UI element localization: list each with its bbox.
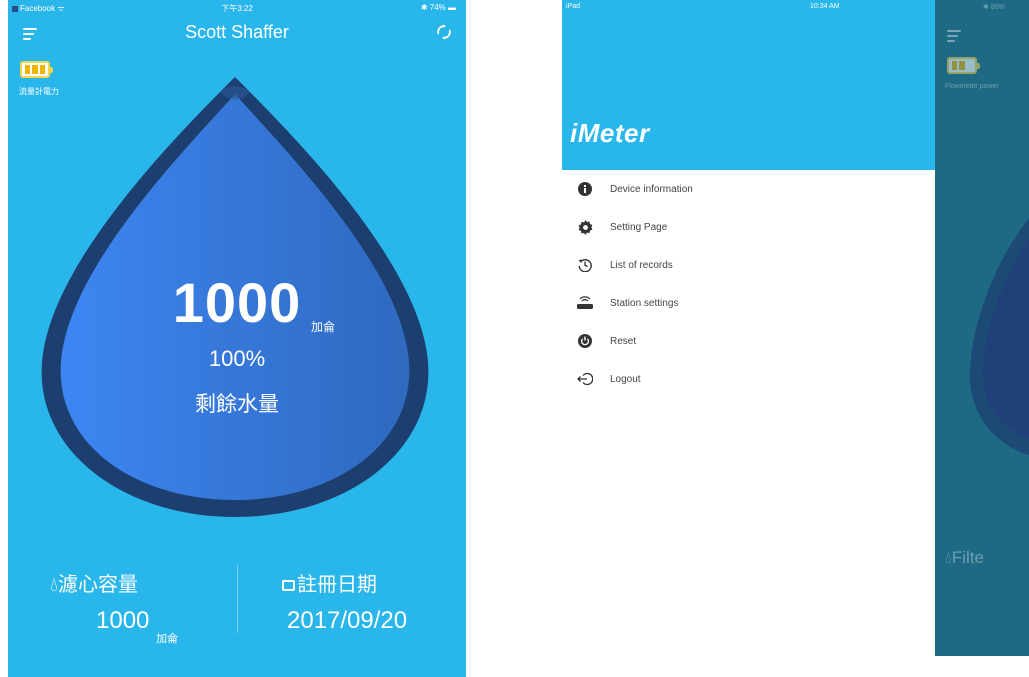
calendar-icon bbox=[282, 580, 295, 591]
filter-capacity-value: 1000 加侖 bbox=[96, 607, 179, 645]
gear-icon bbox=[577, 219, 593, 235]
app-logo: iMeter bbox=[570, 118, 650, 148]
side-menu: Device information Setting Page List of … bbox=[562, 170, 935, 398]
refresh-icon[interactable] bbox=[436, 24, 452, 40]
remaining-unit: 加侖 bbox=[311, 320, 336, 334]
remaining-label: 剩餘水量 bbox=[195, 393, 279, 416]
divider bbox=[237, 565, 238, 633]
remaining-value: 1000 bbox=[172, 271, 302, 334]
register-date-value: 2017/09/20 bbox=[287, 607, 408, 634]
menu-item-logout[interactable]: Logout bbox=[562, 360, 935, 398]
dimmed-main-view[interactable]: ✱ 80% Flowmeter power 💧︎Filte bbox=[935, 0, 1029, 656]
remaining-percent: 100% bbox=[208, 346, 266, 371]
droplet-icon: 💧︎ bbox=[50, 574, 58, 596]
status-battery: ✱ 80% bbox=[983, 4, 1005, 11]
menu-item-setting-page[interactable]: Setting Page bbox=[562, 208, 935, 246]
power-icon bbox=[577, 333, 593, 349]
status-bar: iPad 10:34 AM bbox=[566, 3, 840, 10]
status-bar: Facebook ᯤ 下午3:22 ✱ 74% ▬ bbox=[8, 0, 466, 14]
status-battery: ✱ 74% ▬ bbox=[420, 3, 456, 12]
filter-capacity-unit: 加侖 bbox=[156, 633, 179, 645]
filter-capacity-heading: 💧︎濾心容量 bbox=[50, 574, 138, 596]
router-icon bbox=[577, 295, 593, 311]
register-date-heading: 註冊日期 bbox=[282, 568, 377, 597]
menu-item-device-information[interactable]: Device information bbox=[562, 170, 935, 208]
menu-item-reset[interactable]: Reset bbox=[562, 322, 935, 360]
right-screen: iPad 10:34 AM iMeter Device information … bbox=[562, 0, 1029, 656]
filter-capacity-heading: 💧︎Filte bbox=[945, 548, 984, 567]
water-drop bbox=[969, 218, 1029, 455]
info-icon bbox=[577, 181, 593, 197]
battery-label: Flowmeter power bbox=[945, 83, 999, 90]
flowmeter-battery-icon bbox=[947, 57, 980, 74]
page-title: Scott Shaffer bbox=[185, 22, 289, 42]
logout-icon bbox=[577, 371, 593, 387]
menu-item-list-of-records[interactable]: List of records bbox=[562, 246, 935, 284]
menu-header: iPad 10:34 AM iMeter bbox=[562, 0, 935, 170]
menu-icon bbox=[947, 30, 961, 45]
menu-item-station-settings[interactable]: Station settings bbox=[562, 284, 935, 322]
left-screen: Facebook ᯤ 下午3:22 ✱ 74% ▬ Scott Shaffer … bbox=[8, 0, 466, 677]
status-time: 下午3:22 bbox=[221, 4, 253, 13]
history-icon bbox=[577, 257, 593, 273]
